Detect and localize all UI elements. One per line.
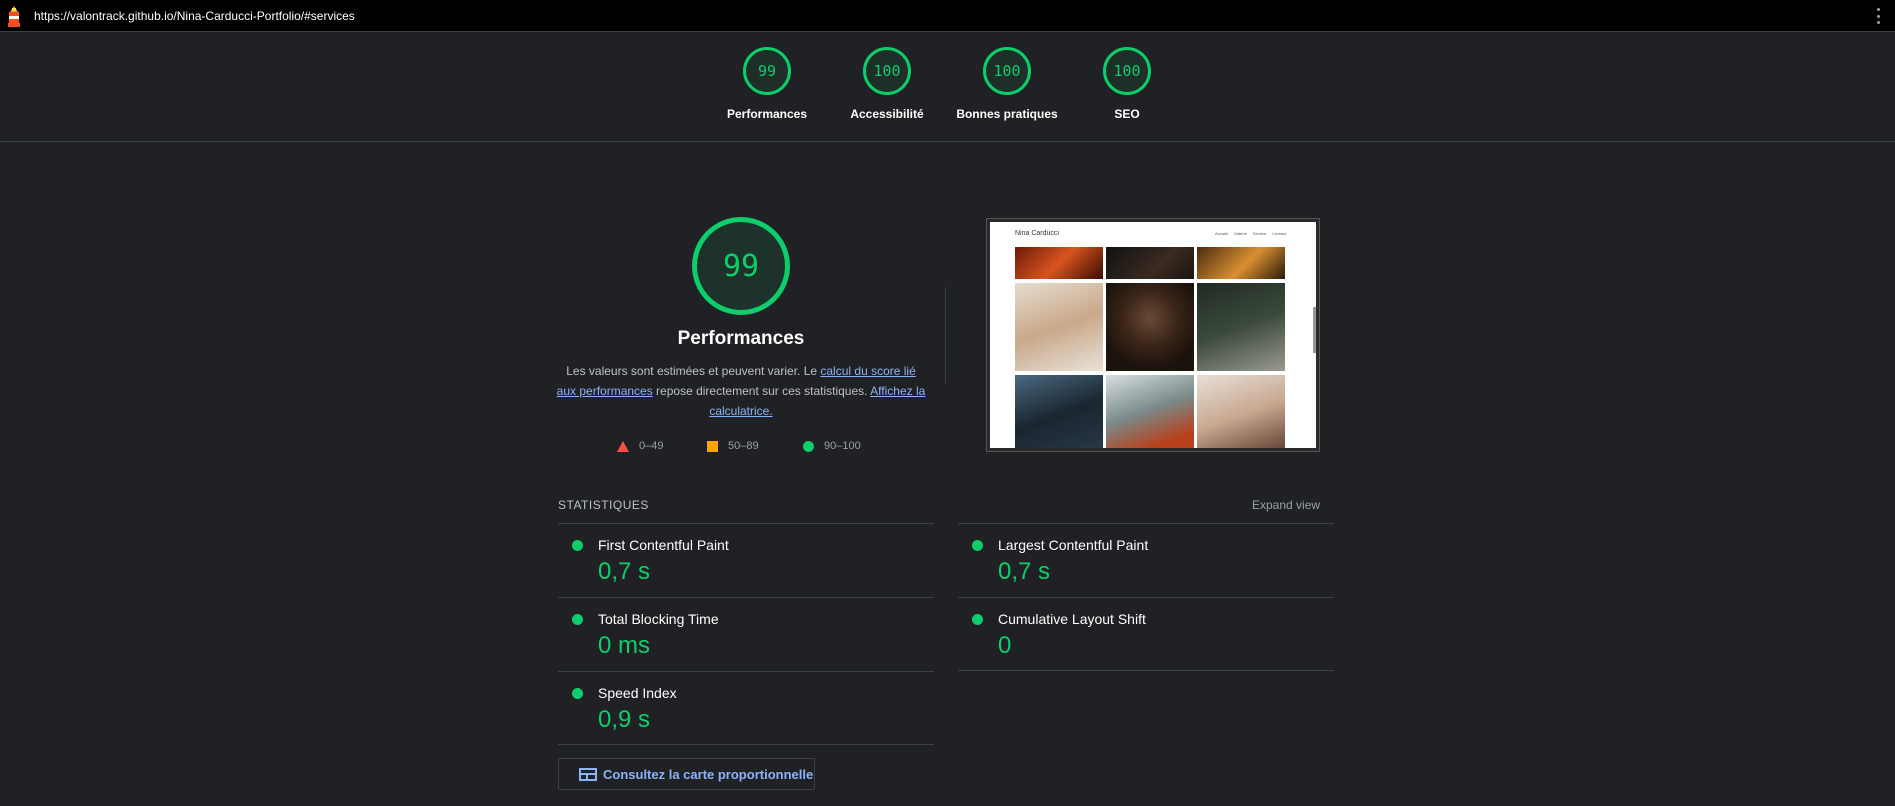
gauge-score: 99 — [743, 47, 791, 95]
pass-dot-icon — [572, 688, 583, 699]
metric-cls: Cumulative Layout Shift 0 — [958, 597, 1334, 671]
divider — [945, 287, 946, 383]
legend-label: 0–49 — [639, 440, 664, 452]
gallery-image — [1197, 283, 1285, 371]
treemap-icon — [579, 767, 597, 781]
gallery-image — [1106, 283, 1194, 371]
circle-icon — [803, 440, 814, 452]
performance-title: Performances — [677, 328, 805, 349]
gauge-seo[interactable]: 100 SEO — [1072, 47, 1182, 121]
screenshot-nav-item: Service — [1252, 231, 1267, 236]
screenshot-nav-item: Galerie — [1233, 231, 1247, 236]
pass-dot-icon — [972, 614, 983, 625]
score-summary: 99 Performances 100 Accessibilité 100 Bo… — [0, 32, 1895, 142]
metric-value: 0 — [998, 632, 1012, 659]
screenshot-page: Nina Carducci Accueil Galerie Service Co… — [990, 222, 1316, 448]
gallery-image — [1106, 375, 1194, 448]
final-screenshot[interactable]: Nina Carducci Accueil Galerie Service Co… — [986, 218, 1320, 452]
metric-lcp: Largest Contentful Paint 0,7 s — [958, 523, 1334, 597]
screenshot-nav: Accueil Galerie Service Contact — [1215, 231, 1286, 236]
gauge-label: Accessibilité — [850, 107, 924, 121]
gauge-score: 100 — [863, 47, 911, 95]
expand-view-button[interactable]: Expand view — [1252, 498, 1320, 512]
screenshot-site-name: Nina Carducci — [1015, 230, 1059, 237]
performance-description: Les valeurs sont estimées et peuvent var… — [556, 361, 926, 421]
metric-label: Cumulative Layout Shift — [998, 611, 1146, 627]
gauge-accessibility[interactable]: 100 Accessibilité — [832, 47, 942, 121]
divider — [958, 670, 1334, 671]
page-url[interactable]: https://valontrack.github.io/Nina-Carduc… — [34, 9, 355, 23]
treemap-button-label: Consultez la carte proportionnelle — [603, 766, 814, 782]
legend-average: 50–89 — [707, 440, 759, 452]
view-treemap-button[interactable]: Consultez la carte proportionnelle — [558, 758, 815, 790]
metric-value: 0,7 s — [998, 558, 1051, 585]
gallery-image — [1015, 283, 1103, 371]
screenshot-scrollbar — [1313, 307, 1316, 353]
kebab-menu-icon[interactable] — [1877, 8, 1881, 24]
pass-dot-icon — [572, 540, 583, 551]
gauge-best-practices[interactable]: 100 Bonnes pratiques — [952, 47, 1062, 121]
square-icon — [707, 440, 718, 452]
triangle-icon — [617, 440, 629, 452]
metric-label: First Contentful Paint — [598, 537, 729, 553]
metric-value: 0,7 s — [598, 558, 651, 585]
metric-label: Total Blocking Time — [598, 611, 719, 627]
performance-gauge: 99 — [692, 217, 790, 315]
legend-pass: 90–100 — [803, 440, 861, 452]
legend-label: 50–89 — [728, 440, 759, 452]
gauge-score: 100 — [1103, 47, 1151, 95]
metric-value: 0,9 s — [598, 706, 651, 733]
screenshot-nav-item: Accueil — [1215, 231, 1228, 236]
desc-text: repose directement sur ces statistiques. — [652, 384, 871, 398]
metric-label: Speed Index — [598, 685, 677, 701]
gallery-image — [1197, 247, 1285, 279]
legend-fail: 0–49 — [617, 440, 663, 452]
gallery-image — [1015, 247, 1103, 279]
legend-label: 90–100 — [824, 440, 861, 452]
screenshot-nav-item: Contact — [1272, 231, 1286, 236]
gallery-image — [1015, 375, 1103, 448]
gallery-image — [1106, 247, 1194, 279]
gauge-label: Performances — [726, 107, 808, 121]
gauge-score: 100 — [983, 47, 1031, 95]
metric-tbt: Total Blocking Time 0 ms — [558, 597, 934, 671]
lighthouse-icon — [8, 6, 20, 27]
gallery-image — [1197, 375, 1285, 448]
gauge-performance[interactable]: 99 Performances — [712, 47, 822, 121]
url-bar: https://valontrack.github.io/Nina-Carduc… — [0, 0, 1895, 32]
metric-value: 0 ms — [598, 632, 651, 659]
metric-si: Speed Index 0,9 s — [558, 671, 934, 745]
metric-label: Largest Contentful Paint — [998, 537, 1149, 553]
divider — [558, 744, 934, 745]
stats-header: STATISTIQUES — [558, 498, 649, 512]
desc-text: Les valeurs sont estimées et peuvent var… — [566, 364, 821, 378]
gauge-label: SEO — [1114, 107, 1140, 121]
pass-dot-icon — [572, 614, 583, 625]
gauge-label: Bonnes pratiques — [956, 107, 1058, 121]
pass-dot-icon — [972, 540, 983, 551]
metric-fcp: First Contentful Paint 0,7 s — [558, 523, 934, 597]
